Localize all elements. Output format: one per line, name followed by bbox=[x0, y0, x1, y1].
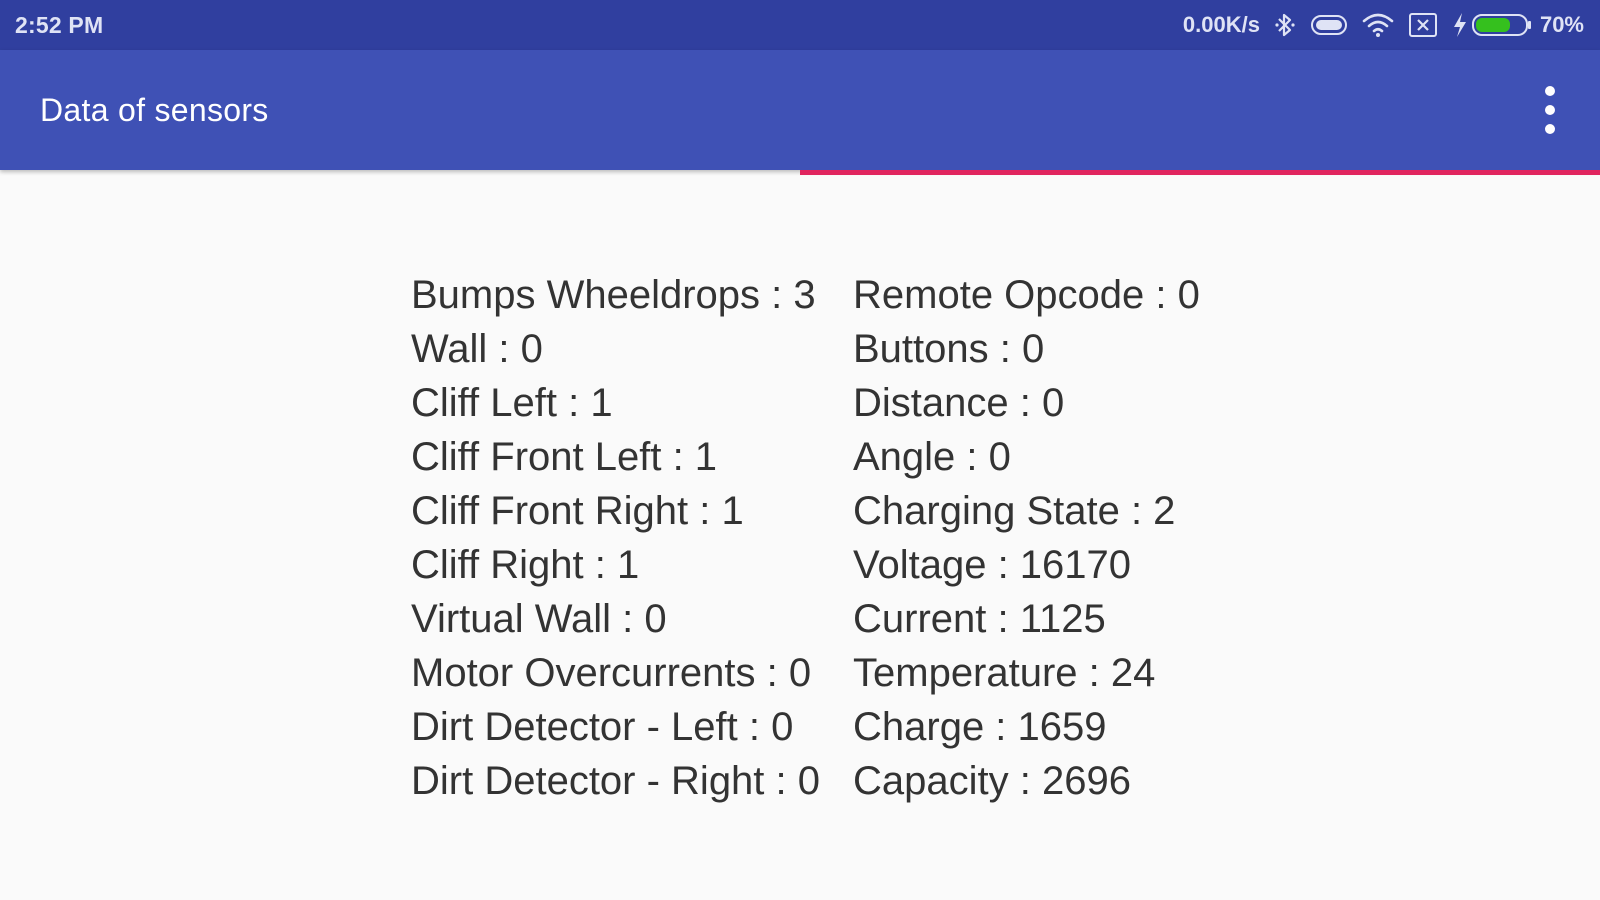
sensor-distance: Distance : 0 bbox=[853, 381, 1065, 425]
sensor-remote-opcode: Remote Opcode : 0 bbox=[853, 273, 1200, 317]
sensor-buttons: Buttons : 0 bbox=[853, 327, 1045, 371]
battery-percentage: 70% bbox=[1539, 12, 1584, 37]
network-speed: 0.00K/s bbox=[1182, 12, 1260, 37]
toggle-icon bbox=[1310, 13, 1348, 37]
sensor-capacity: Capacity : 2696 bbox=[853, 759, 1131, 803]
sensor-cliff-right: Cliff Right : 1 bbox=[411, 543, 640, 587]
status-bar: 2:52 PM 0.00K/s 70% bbox=[0, 0, 1600, 50]
sensor-virtual-wall: Virtual Wall : 0 bbox=[411, 597, 667, 641]
status-time: 2:52 PM bbox=[15, 11, 104, 38]
app-bar: Data of sensors bbox=[0, 50, 1600, 170]
menu-dot bbox=[1545, 105, 1555, 115]
sensor-cliff-left: Cliff Left : 1 bbox=[411, 381, 613, 425]
sensor-temperature: Temperature : 24 bbox=[853, 651, 1156, 695]
accent-progress-line bbox=[800, 170, 1600, 175]
sensor-bumps-wheeldrops: Bumps Wheeldrops : 3 bbox=[411, 273, 816, 317]
status-icons: 0.00K/s 70% bbox=[1183, 12, 1584, 38]
sensor-cliff-front-right: Cliff Front Right : 1 bbox=[411, 489, 744, 533]
menu-dot bbox=[1545, 86, 1555, 96]
page-title: Data of sensors bbox=[40, 92, 269, 128]
sensor-angle: Angle : 0 bbox=[853, 435, 1011, 479]
no-sim-icon bbox=[1408, 12, 1438, 38]
sensor-cliff-front-left: Cliff Front Left : 1 bbox=[411, 435, 718, 479]
more-vert-icon[interactable] bbox=[1538, 86, 1562, 134]
charging-icon bbox=[1452, 12, 1468, 38]
menu-dot bbox=[1545, 124, 1555, 134]
sensor-current: Current : 1125 bbox=[853, 597, 1106, 641]
bluetooth-icon bbox=[1274, 12, 1296, 38]
sensor-column-left: Bumps Wheeldrops : 3 Wall : 0 Cliff Left… bbox=[411, 268, 853, 808]
wifi-icon bbox=[1362, 12, 1394, 38]
battery-icon bbox=[1471, 12, 1532, 38]
sensor-dirt-detector-right: Dirt Detector - Right : 0 bbox=[411, 759, 821, 803]
sensor-data-panel: Bumps Wheeldrops : 3 Wall : 0 Cliff Left… bbox=[411, 268, 1253, 808]
sensor-column-right: Remote Opcode : 0 Buttons : 0 Distance :… bbox=[853, 268, 1253, 808]
sensor-charge: Charge : 1659 bbox=[853, 705, 1107, 749]
sensor-charging-state: Charging State : 2 bbox=[853, 489, 1176, 533]
sensor-voltage: Voltage : 16170 bbox=[853, 543, 1132, 587]
sensor-dirt-detector-left: Dirt Detector - Left : 0 bbox=[411, 705, 794, 749]
sensor-wall: Wall : 0 bbox=[411, 327, 543, 371]
sensor-motor-overcurrents: Motor Overcurrents : 0 bbox=[411, 651, 812, 695]
